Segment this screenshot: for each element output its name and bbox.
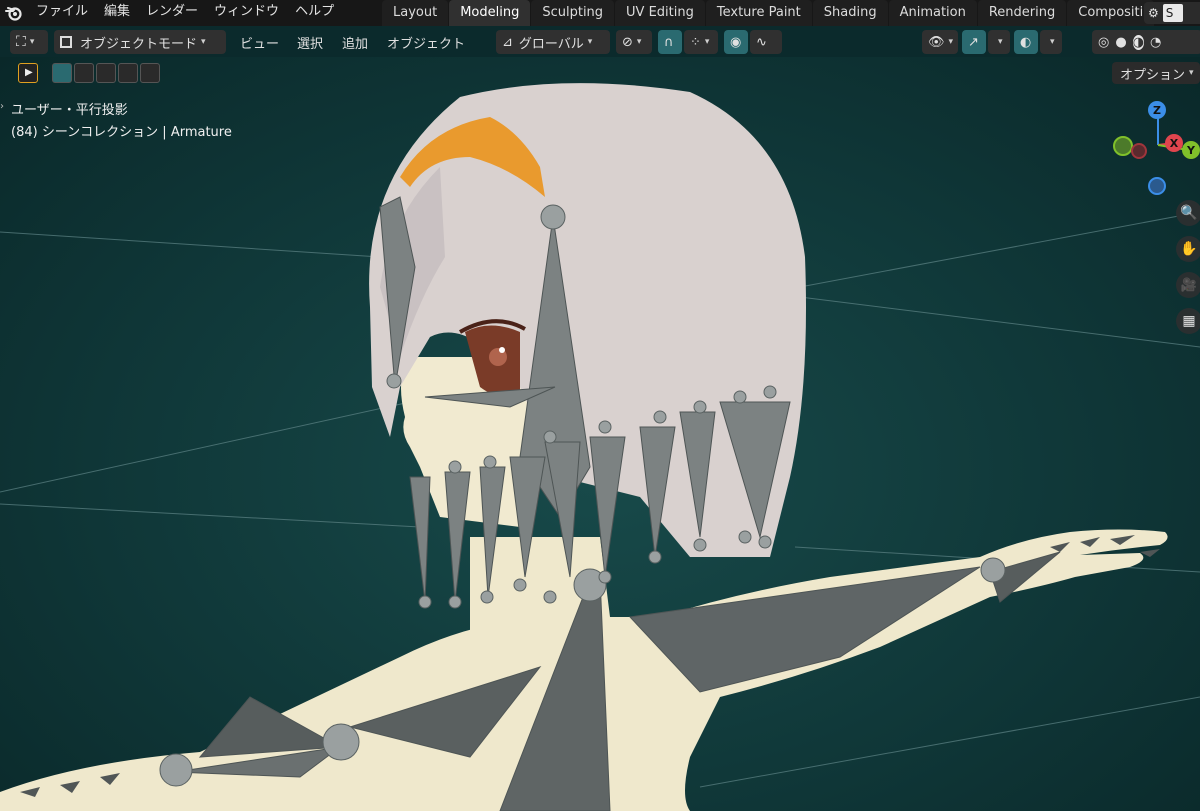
gizmo-x-axis[interactable]: X [1165, 134, 1183, 152]
menu-object[interactable]: オブジェクト [381, 30, 471, 54]
gizmo-options-button[interactable]: ▾ [988, 30, 1010, 54]
chevron-down-icon: ▾ [998, 37, 1003, 47]
tab-shading[interactable]: Shading [812, 0, 888, 26]
menu-render[interactable]: レンダー [138, 0, 206, 26]
snap-toggle[interactable]: ∩ [658, 30, 682, 54]
mode-label: オブジェクトモード [80, 36, 198, 52]
scene-selector[interactable]: ⚙ S [1144, 2, 1200, 24]
select-invert-icon[interactable] [118, 63, 138, 83]
proportional-edit-icon: ◉ [730, 34, 742, 50]
viewport-view-label: ユーザー・平行投影 [11, 103, 128, 118]
material-shading-icon[interactable]: ◑ [1132, 34, 1145, 50]
viewport-collection-label: (84) シーンコレクション | Armature [11, 125, 232, 140]
pivot-icon: ⊘ [622, 34, 633, 50]
gizmo-arrow-icon: ↗ [968, 34, 979, 50]
chevron-down-icon: ▾ [636, 37, 642, 47]
editor-type-icon: ⛶ [16, 34, 26, 50]
tab-layout[interactable]: Layout [382, 0, 449, 26]
gizmo-z-axis[interactable]: Z [1148, 101, 1166, 119]
menu-select[interactable]: 選択 [291, 30, 329, 54]
select-intersect-icon[interactable] [140, 63, 160, 83]
select-tool-icon[interactable]: ▶ [18, 63, 38, 83]
wireframe-shading-icon[interactable]: ◎ [1098, 35, 1109, 50]
select-extend-icon[interactable] [74, 63, 94, 83]
chevron-down-icon: ▾ [1189, 68, 1194, 78]
options-label: オプション [1120, 67, 1186, 83]
mode-selector[interactable]: オブジェクトモード ▾ [54, 30, 226, 54]
tab-texture-paint[interactable]: Texture Paint [705, 0, 812, 26]
pan-hand-icon[interactable]: ✋ [1176, 236, 1200, 262]
object-mode-icon [60, 36, 72, 48]
orientation-axes-icon: ⊿ [502, 34, 513, 50]
chevron-down-icon: ▾ [704, 37, 710, 47]
falloff-button[interactable]: ∿ [750, 30, 782, 54]
menu-edit[interactable]: 編集 [96, 0, 138, 26]
select-new-icon[interactable] [52, 63, 72, 83]
orientation-label: グローバル [518, 36, 584, 52]
options-dropdown[interactable]: オプション ▾ [1112, 62, 1200, 84]
zoom-icon[interactable]: 🔍 [1176, 200, 1200, 226]
chevron-down-icon: ▾ [948, 37, 954, 47]
overlay-toggle[interactable]: ◐ [1014, 30, 1038, 54]
snap-grid-icon: ⁘ [690, 34, 701, 50]
tab-compositing[interactable]: Compositi [1067, 0, 1155, 26]
eye-icon: 👁 [928, 34, 945, 50]
proportional-edit-toggle[interactable]: ◉ [724, 30, 748, 54]
transform-orientation-selector[interactable]: ⊿ グローバル ▾ [496, 30, 610, 54]
toolbar-expand-arrow-icon[interactable]: › [0, 101, 4, 112]
blender-logo-icon[interactable] [0, 0, 28, 26]
chevron-down-icon: ▾ [201, 37, 206, 47]
pivot-point-button[interactable]: ⊘ ▾ [616, 30, 652, 54]
gizmo-neg-x-axis[interactable] [1131, 143, 1147, 159]
tab-animation[interactable]: Animation [888, 0, 977, 26]
menu-window[interactable]: ウィンドウ [206, 0, 287, 26]
menu-file[interactable]: ファイル [28, 0, 96, 26]
chevron-down-icon: ▾ [587, 37, 593, 47]
tab-rendering[interactable]: Rendering [977, 0, 1067, 26]
viewport-header: ⛶ ▾ オブジェクトモード ▾ ビュー 選択 追加 オブジェクト ⊿ グローバル … [0, 27, 1200, 57]
solid-shading-icon[interactable]: ● [1115, 35, 1126, 50]
3d-viewport[interactable]: ユーザー・平行投影 (84) シーンコレクション | Armature › [0, 57, 1200, 811]
overlay-circles-icon: ◐ [1020, 34, 1032, 50]
camera-view-icon[interactable]: 🎥 [1176, 272, 1200, 298]
ortho-grid-icon[interactable]: ▦ [1176, 308, 1200, 334]
tab-uv-editing[interactable]: UV Editing [615, 0, 705, 26]
viewport-scene [0, 83, 1200, 811]
scene-icon: ⚙ [1148, 6, 1159, 20]
chevron-down-icon: ▾ [29, 37, 35, 47]
magnet-icon: ∩ [664, 34, 674, 50]
tab-sculpting[interactable]: Sculpting [531, 0, 615, 26]
chevron-down-icon: ▾ [1050, 37, 1055, 47]
visibility-button[interactable]: 👁 ▾ [922, 30, 958, 54]
main-menu: ファイル 編集 レンダー ウィンドウ ヘルプ [28, 0, 342, 26]
select-subtract-icon[interactable] [96, 63, 116, 83]
tab-modeling[interactable]: Modeling [449, 0, 531, 26]
editor-type-button[interactable]: ⛶ ▾ [10, 30, 48, 54]
gizmo-toggle[interactable]: ↗ [962, 30, 986, 54]
top-menu-bar: ファイル 編集 レンダー ウィンドウ ヘルプ Layout Modeling S… [0, 0, 1200, 26]
menu-add[interactable]: 追加 [336, 30, 374, 54]
gizmo-neg-z-axis[interactable] [1148, 177, 1166, 195]
falloff-curve-icon: ∿ [756, 34, 767, 50]
shading-mode-group: ◎ ● ◑ ◔ [1092, 30, 1200, 54]
menu-help[interactable]: ヘルプ [287, 0, 342, 26]
snap-target-button[interactable]: ⁘ ▾ [684, 30, 718, 54]
gizmo-neg-y-axis[interactable] [1113, 136, 1133, 156]
menu-view[interactable]: ビュー [234, 30, 285, 54]
rendered-shading-icon[interactable]: ◔ [1150, 35, 1161, 50]
scene-name: S [1162, 4, 1183, 22]
workspace-tabs: Layout Modeling Sculpting UV Editing Tex… [382, 0, 1155, 26]
overlay-options-button[interactable]: ▾ [1040, 30, 1062, 54]
gizmo-y-axis[interactable]: Y [1182, 141, 1200, 159]
